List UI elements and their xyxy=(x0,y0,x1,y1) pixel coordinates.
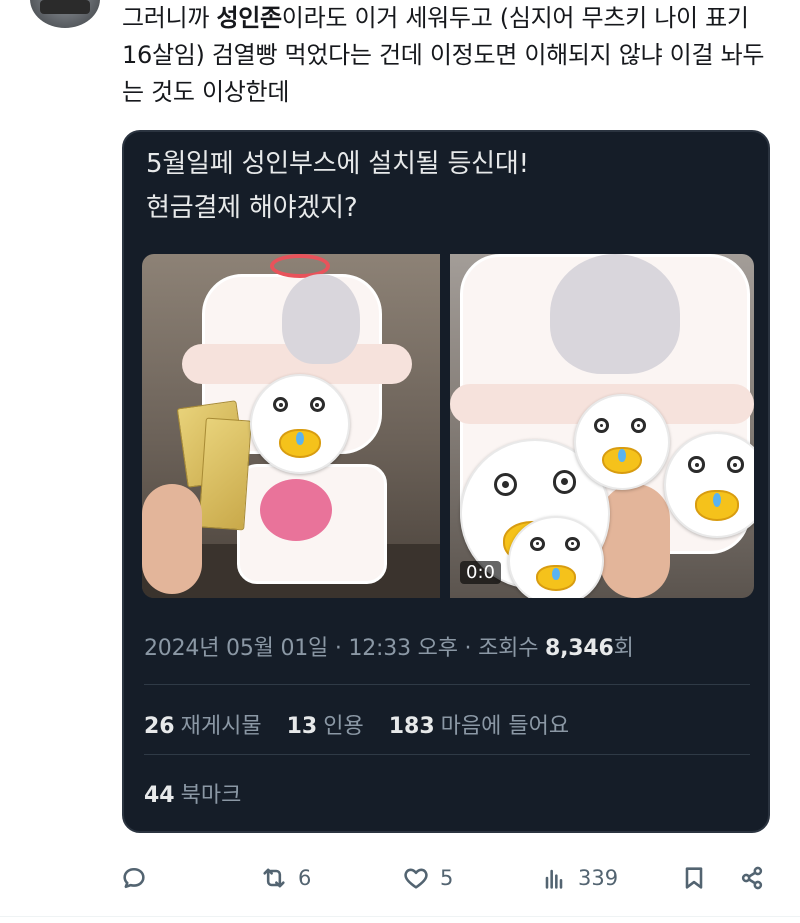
duck-sticker-icon xyxy=(508,516,604,598)
likes-stat[interactable]: 183 마음에 들어요 xyxy=(389,714,569,739)
analytics-icon xyxy=(545,869,563,889)
bookmark-icon xyxy=(685,867,703,889)
bookmarks-stat[interactable]: 44 북마크 xyxy=(144,777,241,809)
tweet-meta: 2024년 05월 01일 · 12:33 오후 · 조회수 8,346회 xyxy=(144,636,634,661)
retweet-count: 6 xyxy=(298,866,312,890)
like-button[interactable]: 5 xyxy=(402,858,453,898)
duck-sticker-icon xyxy=(574,394,670,490)
views-count: 8,346 xyxy=(545,636,614,661)
retweet-icon xyxy=(263,868,285,888)
duck-sticker-icon xyxy=(250,374,350,474)
retweet-button[interactable]: 6 xyxy=(260,858,311,898)
video-timestamp: 0:0 xyxy=(460,561,501,584)
quoted-tweet-text: 5월일페 성인부스에 설치될 등신대! 현금결제 해야겠지? xyxy=(146,149,529,223)
comment-icon xyxy=(123,867,145,889)
divider xyxy=(0,916,800,917)
like-count: 5 xyxy=(440,866,454,890)
post-text: 그러니까 성인존이라도 이거 세워두고 (심지어 무츠키 나이 표기 16살임)… xyxy=(122,4,765,106)
share-button[interactable] xyxy=(738,858,766,898)
quotes-stat[interactable]: 13 인용 xyxy=(287,714,364,739)
bookmark-button[interactable] xyxy=(680,858,708,898)
share-icon xyxy=(741,866,763,890)
tweet-action-bar: 6 5 339 xyxy=(120,858,780,898)
views-count-bar: 339 xyxy=(578,866,619,890)
reply-button[interactable] xyxy=(120,858,148,898)
user-avatar[interactable] xyxy=(30,0,100,28)
views-button[interactable]: 339 xyxy=(540,858,618,898)
engagement-stats: 26 재게시물 13 인용 183 마음에 들어요 xyxy=(144,708,587,740)
quoted-tweet-card[interactable]: 5월일페 성인부스에 설치될 등신대! 현금결제 해야겠지? 0:0 2024년… xyxy=(122,130,770,833)
heart-icon xyxy=(404,868,428,889)
reposts-stat[interactable]: 26 재게시물 xyxy=(144,714,262,739)
media-image-1[interactable] xyxy=(142,254,440,598)
media-video-2[interactable]: 0:0 xyxy=(450,254,754,598)
post-text-bold: 성인존 xyxy=(216,4,282,32)
